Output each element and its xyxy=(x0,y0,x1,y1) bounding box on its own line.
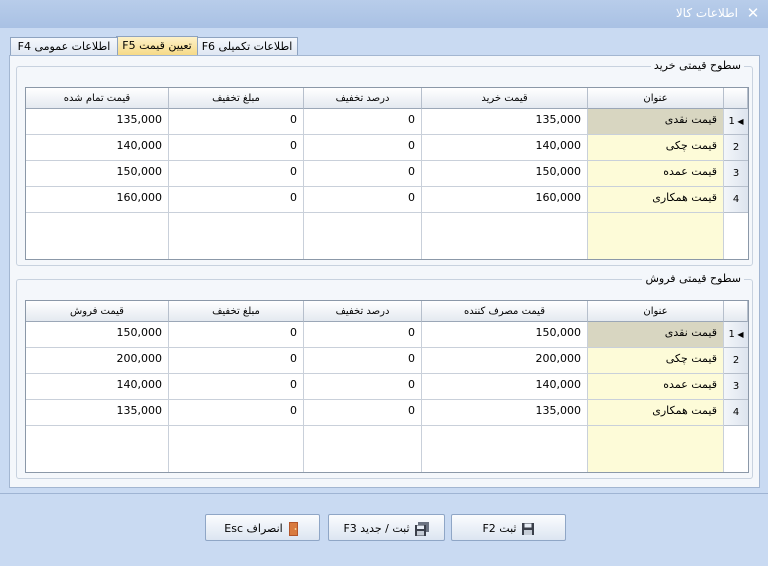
window-title: اطلاعات کالا xyxy=(675,6,738,20)
table-cell-final[interactable]: 135,000 xyxy=(26,109,169,135)
table-cell-price[interactable]: 135,000 xyxy=(422,109,588,135)
empty-grid-area xyxy=(169,213,304,259)
button-bar: ثبت F2 ثبت / جدید F3 انصراف Esc xyxy=(0,493,768,566)
table-cell-discount-percent[interactable]: 0 xyxy=(304,322,422,348)
tab-general-info[interactable]: اطلاعات عمومی F4 xyxy=(10,37,118,55)
row-header[interactable]: 3 xyxy=(724,161,748,187)
row-header-corner xyxy=(724,88,748,109)
table-cell-title[interactable]: قیمت عمده xyxy=(588,161,724,187)
table-cell-price[interactable]: 140,000 xyxy=(422,374,588,400)
table-cell-final[interactable]: 135,000 xyxy=(26,400,169,426)
table-cell-title[interactable]: قیمت عمده xyxy=(588,374,724,400)
table-cell-discount-amount[interactable]: 0 xyxy=(169,348,304,374)
title-bar: اطلاعات کالا ✕ xyxy=(0,0,768,28)
table-cell-discount-amount[interactable]: 0 xyxy=(169,161,304,187)
column-header-discount-amount[interactable]: مبلغ تخفیف xyxy=(169,301,304,322)
table-cell-price[interactable]: 150,000 xyxy=(422,322,588,348)
column-header-discount-amount[interactable]: مبلغ تخفیف xyxy=(169,88,304,109)
sales-price-levels-group: سطوح قیمتی فروش قیمت فروش مبلغ تخفیف درص… xyxy=(16,272,753,479)
column-header-discount-percent[interactable]: درصد تخفیف xyxy=(304,88,422,109)
table-cell-final[interactable]: 140,000 xyxy=(26,135,169,161)
empty-grid-area xyxy=(422,426,588,472)
close-icon[interactable]: ✕ xyxy=(744,3,762,23)
table-cell-discount-percent[interactable]: 0 xyxy=(304,135,422,161)
exit-door-icon xyxy=(288,522,298,536)
floppy-disk-icon xyxy=(521,523,534,535)
table-cell-discount-amount[interactable]: 0 xyxy=(169,374,304,400)
purchase-price-levels-group: سطوح قیمتی خرید قیمت تمام شده مبلغ تخفیف… xyxy=(16,59,753,266)
empty-grid-area xyxy=(26,213,169,259)
save-and-new-button[interactable]: ثبت / جدید F3 xyxy=(328,514,445,541)
tab-panel-pricing: سطوح قیمتی خرید قیمت تمام شده مبلغ تخفیف… xyxy=(9,55,760,488)
table-cell-title[interactable]: قیمت نقدی xyxy=(588,322,724,348)
table-cell-discount-amount[interactable]: 0 xyxy=(169,135,304,161)
row-header-corner xyxy=(724,301,748,322)
empty-grid-area xyxy=(422,213,588,259)
table-cell-discount-percent[interactable]: 0 xyxy=(304,374,422,400)
column-header-consumer-price[interactable]: قیمت مصرف کننده xyxy=(422,301,588,322)
table-cell-title[interactable]: قیمت همکاری xyxy=(588,187,724,213)
sales-price-grid[interactable]: قیمت فروش مبلغ تخفیف درصد تخفیف قیمت مصر… xyxy=(25,300,749,473)
save-button-label: ثبت F2 xyxy=(482,522,517,535)
table-cell-price[interactable]: 160,000 xyxy=(422,187,588,213)
save-button[interactable]: ثبت F2 xyxy=(451,514,566,541)
table-cell-discount-amount[interactable]: 0 xyxy=(169,109,304,135)
table-cell-discount-percent[interactable]: 0 xyxy=(304,187,422,213)
table-cell-title[interactable]: قیمت چکی xyxy=(588,348,724,374)
table-cell-discount-amount[interactable]: 0 xyxy=(169,400,304,426)
row-header[interactable]: 4 xyxy=(724,187,748,213)
tab-additional-info[interactable]: اطلاعات تکمیلی F6 xyxy=(196,37,298,55)
table-cell-final[interactable]: 160,000 xyxy=(26,187,169,213)
empty-grid-area xyxy=(26,426,169,472)
table-cell-title[interactable]: قیمت نقدی xyxy=(588,109,724,135)
table-cell-final[interactable]: 150,000 xyxy=(26,322,169,348)
purchase-group-title: سطوح قیمتی خرید xyxy=(650,59,744,72)
sales-group-title: سطوح قیمتی فروش xyxy=(642,272,744,285)
row-header[interactable]: 2 xyxy=(724,348,748,374)
row-header[interactable]: 1 ◀ xyxy=(724,322,748,348)
table-cell-title[interactable]: قیمت چکی xyxy=(588,135,724,161)
row-header[interactable]: 2 xyxy=(724,135,748,161)
column-header-final-price[interactable]: قیمت تمام شده xyxy=(26,88,169,109)
table-cell-discount-percent[interactable]: 0 xyxy=(304,109,422,135)
table-cell-final[interactable]: 140,000 xyxy=(26,374,169,400)
current-row-arrow-icon: ◀ xyxy=(734,330,744,339)
purchase-price-grid[interactable]: قیمت تمام شده مبلغ تخفیف درصد تخفیف قیمت… xyxy=(25,87,749,260)
table-cell-price[interactable]: 200,000 xyxy=(422,348,588,374)
column-header-purchase-price[interactable]: قیمت خرید xyxy=(422,88,588,109)
empty-grid-area xyxy=(169,426,304,472)
table-cell-discount-amount[interactable]: 0 xyxy=(169,322,304,348)
cancel-button[interactable]: انصراف Esc xyxy=(205,514,320,541)
table-cell-discount-percent[interactable]: 0 xyxy=(304,348,422,374)
tab-pricing[interactable]: تعیین قیمت F5 xyxy=(116,36,198,56)
table-cell-title[interactable]: قیمت همکاری xyxy=(588,400,724,426)
table-cell-price[interactable]: 150,000 xyxy=(422,161,588,187)
column-header-sale-price[interactable]: قیمت فروش xyxy=(26,301,169,322)
empty-grid-area xyxy=(304,426,422,472)
save-and-new-button-label: ثبت / جدید F3 xyxy=(343,522,410,535)
row-header[interactable]: 3 xyxy=(724,374,748,400)
table-cell-discount-percent[interactable]: 0 xyxy=(304,161,422,187)
table-cell-discount-amount[interactable]: 0 xyxy=(169,187,304,213)
column-header-title[interactable]: عنوان xyxy=(588,88,724,109)
table-cell-price[interactable]: 135,000 xyxy=(422,400,588,426)
table-cell-final[interactable]: 200,000 xyxy=(26,348,169,374)
table-cell-price[interactable]: 140,000 xyxy=(422,135,588,161)
floppy-disk-stack-icon xyxy=(414,522,429,536)
empty-grid-area xyxy=(588,426,724,472)
column-header-discount-percent[interactable]: درصد تخفیف xyxy=(304,301,422,322)
table-cell-final[interactable]: 150,000 xyxy=(26,161,169,187)
cancel-button-label: انصراف Esc xyxy=(224,522,283,535)
column-header-title[interactable]: عنوان xyxy=(588,301,724,322)
empty-grid-area xyxy=(304,213,422,259)
empty-grid-area xyxy=(588,213,724,259)
table-cell-discount-percent[interactable]: 0 xyxy=(304,400,422,426)
row-header[interactable]: 4 xyxy=(724,400,748,426)
current-row-arrow-icon: ◀ xyxy=(734,117,744,126)
row-header[interactable]: 1 ◀ xyxy=(724,109,748,135)
